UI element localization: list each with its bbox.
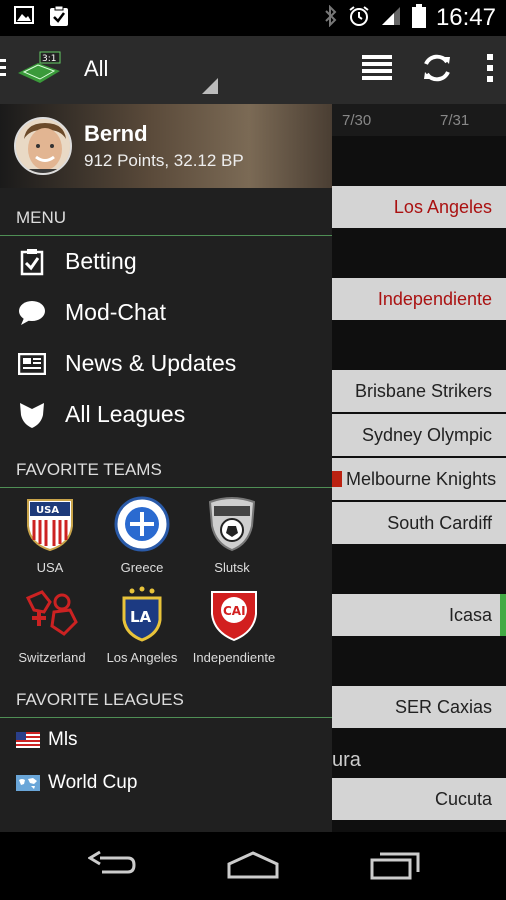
menu-item-label: All Leagues: [65, 401, 186, 427]
team-row[interactable]: SER Caxias: [332, 686, 506, 728]
slutsk-crest-icon: [204, 496, 260, 552]
match-list: 7/30 7/31 Los Angeles Independiente Bris…: [332, 104, 506, 832]
team-name: Independiente: [192, 650, 276, 665]
menu-section-title: MENU: [0, 188, 332, 236]
action-bar: 3:1 All: [0, 36, 506, 104]
team-row[interactable]: Los Angeles: [332, 186, 506, 228]
menu-item-betting[interactable]: Betting: [0, 236, 332, 287]
favorite-leagues-title: FAVORITE LEAGUES: [0, 684, 332, 718]
newspaper-icon: [18, 350, 46, 378]
spinner-arrow-icon: [202, 78, 218, 94]
drawer-indicator-icon[interactable]: [0, 57, 8, 84]
league-name: World Cup: [48, 771, 138, 793]
recents-icon[interactable]: [370, 850, 420, 885]
menu-item-label: Betting: [65, 248, 137, 274]
league-header-partial: ura: [332, 749, 361, 771]
team-name: Melbourne Knights: [346, 469, 497, 489]
menu-lines-icon[interactable]: [362, 53, 392, 88]
chat-bubble-icon: [18, 299, 46, 327]
refresh-icon[interactable]: [420, 51, 454, 90]
clock-time: 16:47: [435, 4, 496, 31]
team-row[interactable]: Brisbane Strikers: [332, 370, 506, 412]
back-icon[interactable]: [87, 850, 136, 885]
independiente-crest-icon: CAI: [206, 586, 262, 642]
switzerland-crest-icon: [24, 586, 80, 642]
menu-item-label: Mod-Chat: [65, 299, 166, 325]
team-name: Los Angeles: [106, 650, 178, 665]
svg-text:USA: USA: [36, 505, 59, 516]
menu-item-all-leagues[interactable]: All Leagues: [0, 389, 332, 440]
team-greece[interactable]: Greece: [92, 496, 192, 575]
status-edge: [500, 594, 506, 636]
home-icon[interactable]: [226, 850, 280, 885]
filter-spinner[interactable]: All: [84, 56, 108, 82]
battery-icon: [411, 3, 426, 33]
image-icon: [14, 5, 34, 32]
date-label: 7/31: [440, 112, 470, 129]
shield-icon: [18, 401, 46, 429]
system-nav-bar: [0, 832, 506, 900]
team-name: Greece: [120, 560, 164, 575]
navigation-drawer: Bernd 912 Points, 32.12 BP MENU Betting …: [0, 104, 332, 832]
team-name: Slutsk: [214, 560, 250, 575]
status-bar: 16:47: [0, 0, 506, 36]
avatar: [14, 117, 72, 175]
league-item-mls[interactable]: Mls: [0, 718, 332, 761]
svg-text:LA: LA: [130, 608, 152, 626]
team-switzerland[interactable]: Switzerland: [2, 586, 102, 665]
team-row[interactable]: Melbourne Knights: [332, 458, 506, 500]
league-name: Mls: [48, 728, 78, 750]
clipboard-check-icon: [48, 5, 70, 32]
user-name: Bernd: [84, 121, 148, 146]
usa-crest-icon: USA: [22, 496, 78, 552]
team-row[interactable]: South Cardiff: [332, 502, 506, 544]
svg-text:3:1: 3:1: [42, 54, 56, 64]
bluetooth-icon: [324, 4, 338, 32]
la-galaxy-crest-icon: LA: [114, 586, 170, 642]
greece-crest-icon: [114, 496, 170, 552]
team-los-angeles[interactable]: LA Los Angeles: [92, 586, 192, 665]
team-name: USA: [36, 560, 64, 575]
app-logo-icon[interactable]: 3:1: [16, 51, 62, 90]
world-flag-icon: [16, 774, 40, 791]
overflow-icon[interactable]: [486, 53, 494, 88]
user-profile[interactable]: Bernd 912 Points, 32.12 BP: [0, 104, 332, 188]
league-item-world-cup[interactable]: World Cup: [0, 761, 332, 804]
team-usa[interactable]: USA USA: [0, 496, 100, 575]
red-card-icon: [332, 471, 342, 487]
favorite-teams-title: FAVORITE TEAMS: [0, 440, 332, 488]
team-slutsk[interactable]: Slutsk: [182, 496, 282, 575]
date-header: 7/30 7/31: [332, 104, 506, 136]
favorite-teams-grid: USA USA Greece Slutsk Switzerland LA Los…: [0, 488, 332, 684]
us-flag-icon: [16, 731, 40, 748]
alarm-icon: [348, 5, 370, 32]
date-label: 7/30: [342, 112, 372, 129]
team-name: Switzerland: [18, 650, 86, 665]
checklist-icon: [18, 248, 46, 276]
menu-item-label: News & Updates: [65, 350, 237, 376]
menu-item-news[interactable]: News & Updates: [0, 338, 332, 389]
team-row[interactable]: Sydney Olympic: [332, 414, 506, 456]
menu-item-mod-chat[interactable]: Mod-Chat: [0, 287, 332, 338]
team-row[interactable]: Icasa: [332, 594, 506, 636]
team-row[interactable]: Cucuta: [332, 778, 506, 820]
signal-icon: [380, 5, 402, 32]
team-independiente[interactable]: CAI Independiente: [184, 586, 284, 665]
user-points: 912 Points, 32.12 BP: [84, 151, 244, 170]
team-row[interactable]: Independiente: [332, 278, 506, 320]
svg-text:CAI: CAI: [223, 604, 246, 618]
